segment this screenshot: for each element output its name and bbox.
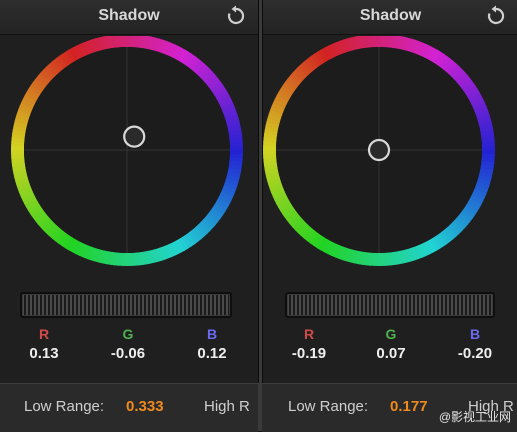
r-label: R <box>38 326 50 342</box>
r-value[interactable]: -0.19 <box>279 345 339 362</box>
shadow-panel-right: Shadow R -0.19 G 0.07 B -0.20 <box>262 0 517 383</box>
rgb-values: R 0.13 G -0.06 B 0.12 <box>0 326 258 370</box>
b-column: B -0.20 <box>445 326 505 362</box>
high-range-label: High R <box>204 398 250 415</box>
wheel-puck <box>367 138 391 162</box>
g-value[interactable]: -0.06 <box>98 345 158 362</box>
b-label: B <box>206 326 218 342</box>
r-value[interactable]: 0.13 <box>14 345 74 362</box>
low-range-label: Low Range: <box>288 398 369 415</box>
g-value[interactable]: 0.07 <box>361 345 421 362</box>
rgb-values: R -0.19 G 0.07 B -0.20 <box>263 326 517 370</box>
master-wheel-jog[interactable] <box>20 292 232 318</box>
hue-ring-segment <box>374 34 380 48</box>
master-wheel-jog[interactable] <box>285 292 495 318</box>
panel-header: Shadow <box>0 0 258 35</box>
r-column: R -0.19 <box>279 326 339 362</box>
b-column: B 0.12 <box>182 326 242 362</box>
panel-title: Shadow <box>359 7 422 24</box>
color-wheel[interactable] <box>263 34 517 286</box>
color-wheel[interactable] <box>0 34 258 286</box>
watermark-text: @影视工业网 <box>438 410 511 424</box>
r-column: R 0.13 <box>14 326 74 362</box>
b-label: B <box>469 326 481 342</box>
range-bar-left: Low Range: 0.333 High R <box>0 383 258 432</box>
r-label: R <box>303 326 315 342</box>
panel-header: Shadow <box>263 0 517 35</box>
low-range-label: Low Range: <box>24 398 105 415</box>
wheel-puck <box>123 125 146 148</box>
reset-icon[interactable] <box>224 4 248 28</box>
low-range-value[interactable]: 0.177 <box>390 398 428 415</box>
g-column: G 0.07 <box>361 326 421 362</box>
g-label: G <box>122 326 134 342</box>
low-range-value[interactable]: 0.333 <box>126 398 164 415</box>
hue-ring-segment <box>122 34 128 48</box>
reset-icon[interactable] <box>484 4 508 28</box>
g-label: G <box>385 326 397 342</box>
shadow-panel-left: Shadow R 0.13 G -0.06 B 0.12 <box>0 0 259 383</box>
b-value[interactable]: 0.12 <box>182 345 242 362</box>
g-column: G -0.06 <box>98 326 158 362</box>
panel-title: Shadow <box>98 7 160 24</box>
b-value[interactable]: -0.20 <box>445 345 505 362</box>
